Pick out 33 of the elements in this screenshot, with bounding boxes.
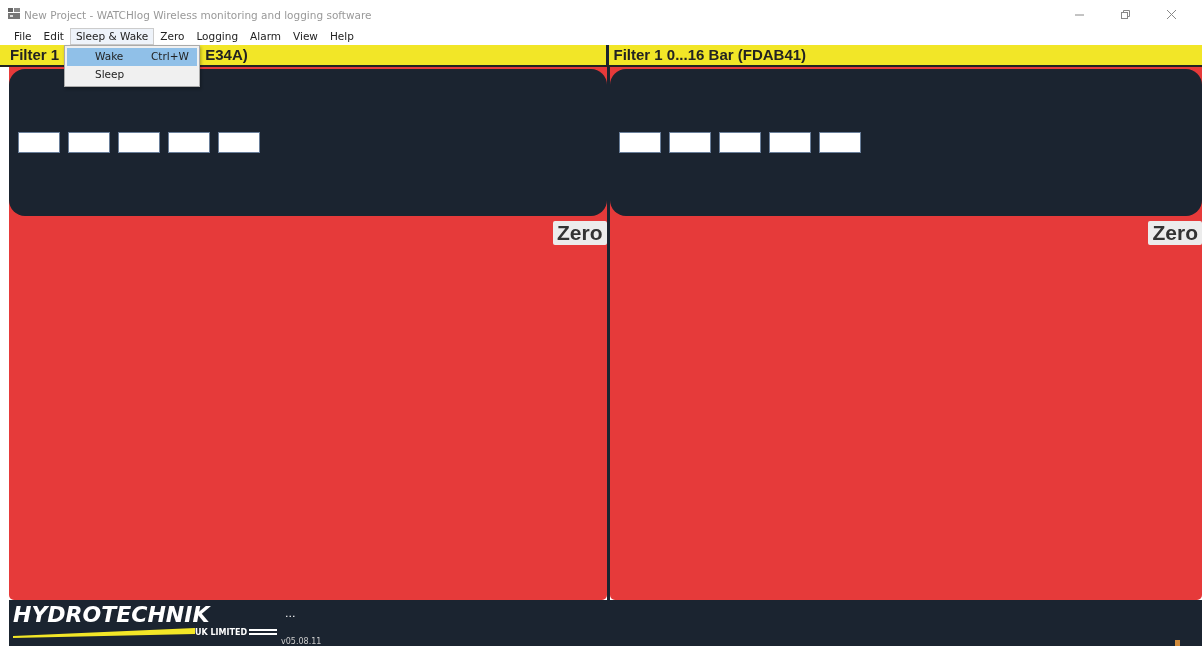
status-text: ... (285, 606, 296, 622)
input-field[interactable] (168, 132, 210, 153)
input-field[interactable] (718, 132, 761, 153)
window-title: New Project - WATCHlog Wireless monitoring and logging software (24, 8, 372, 23)
menu-item[interactable]: Sleep (67, 66, 197, 84)
panel-title: Filter 1 0...16 Bar (FDAB41) (613, 45, 807, 65)
zero-button[interactable]: Zero (553, 221, 607, 245)
panel-title: Filter 1 (10, 45, 60, 65)
input-field[interactable] (68, 132, 110, 153)
input-field[interactable] (818, 132, 861, 153)
app-icon (8, 8, 20, 19)
input-field[interactable] (618, 132, 661, 153)
zero-button[interactable]: Zero (1148, 221, 1202, 245)
menu-item[interactable]: Wake Ctrl+W (67, 48, 197, 66)
menu-item[interactable]: View (287, 28, 324, 45)
close-icon[interactable] (1165, 8, 1177, 20)
menu-item[interactable]: Help (323, 28, 360, 45)
menu-item[interactable]: Edit (37, 28, 70, 45)
menu-item[interactable]: Alarm (244, 28, 287, 45)
restore-icon[interactable] (1119, 8, 1131, 20)
input-field[interactable] (218, 132, 260, 153)
input-field[interactable] (118, 132, 160, 153)
menu-item[interactable]: Zero (154, 28, 191, 45)
version-text: v05.08.11 (281, 636, 322, 646)
menu-item[interactable]: File (8, 28, 38, 45)
menu-item[interactable]: Logging (190, 28, 245, 45)
tray-icon (1175, 640, 1180, 646)
panel-title: E34A) (205, 45, 248, 65)
menu-item[interactable]: Sleep & Wake (69, 28, 155, 45)
logo-drawing: HYDROTECHNIK UK LIMITED (9, 600, 279, 646)
input-field[interactable] (668, 132, 711, 153)
input-field[interactable] (18, 132, 60, 153)
input-field[interactable] (768, 132, 811, 153)
